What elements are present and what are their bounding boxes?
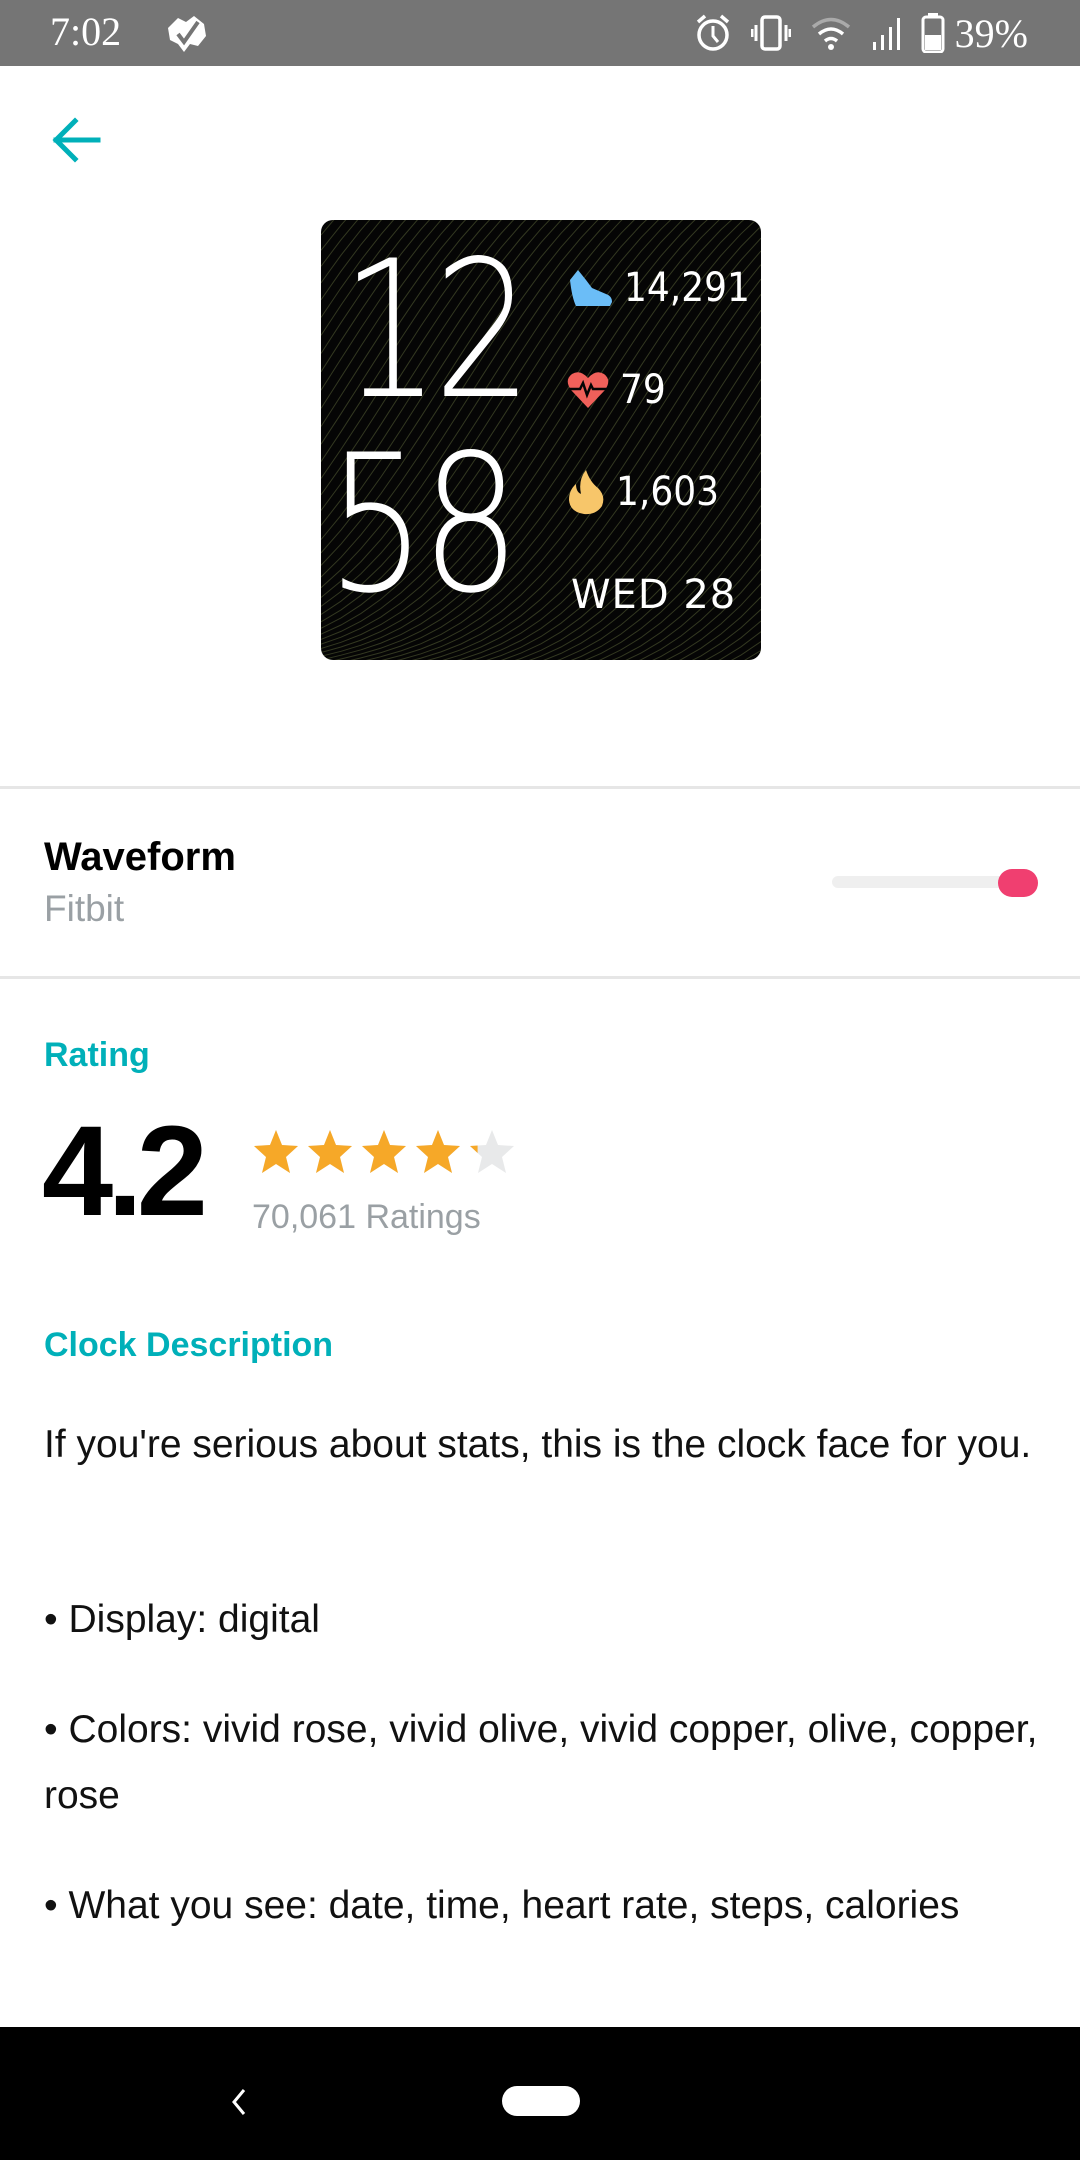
arrow-left-icon [52, 117, 101, 163]
back-button[interactable] [40, 110, 112, 170]
signal-icon [872, 18, 900, 50]
clock-developer: Fitbit [44, 888, 125, 929]
flame-icon [569, 470, 604, 515]
star-icon [416, 1130, 460, 1173]
shoe-icon [570, 270, 612, 306]
description-bullet-colors: • Colors: vivid rose, vivid olive, vivid… [44, 1708, 1038, 1817]
watch-hour: 12 [341, 220, 533, 441]
battery-percent: 39% [954, 10, 1028, 56]
divider [0, 786, 1080, 789]
ratings-count: 70,061 Ratings [252, 1198, 481, 1236]
clock-detail-screen: 7:02 39% 12 58 14,291 79 1,603 WED 28 Wa… [0, 0, 1080, 2160]
watch-date: WED 28 [571, 572, 737, 618]
rating-value: 4.2 [42, 1100, 208, 1243]
divider [0, 976, 1080, 979]
calories-value: 1,603 [616, 469, 719, 515]
heart-rate-icon [567, 372, 609, 408]
status-time: 7:02 [50, 9, 122, 54]
status-icons: 39% [695, 10, 1028, 56]
select-clock-toggle[interactable] [830, 862, 1040, 902]
nav-back-icon[interactable] [218, 2082, 258, 2122]
status-bar: 7:02 39% [0, 0, 1080, 66]
steps-value: 14,291 [624, 265, 750, 311]
clock-name: Waveform [44, 835, 236, 879]
star-icon [308, 1130, 352, 1173]
vibrate-icon [750, 15, 791, 51]
watch-face-preview: 12 58 14,291 79 1,603 WED 28 [321, 220, 761, 660]
star-icon [362, 1130, 406, 1173]
watch-steps: 14,291 [566, 265, 750, 311]
star-rating [252, 1128, 516, 1176]
description-label: Clock Description [44, 1326, 334, 1364]
rating-label: Rating [44, 1036, 150, 1074]
watch-calories: 1,603 [566, 468, 719, 516]
toggle-thumb [998, 869, 1038, 897]
nav-home-button[interactable] [502, 2086, 580, 2116]
star-icon [470, 1130, 514, 1173]
watch-minute: 58 [327, 414, 520, 635]
wifi-icon [811, 17, 850, 50]
toggle-track [832, 876, 1012, 888]
heart-rate-value: 79 [620, 367, 666, 413]
description-bullet-what-you-see: • What you see: date, time, heart rate, … [44, 1884, 960, 1927]
alarm-icon [696, 14, 729, 51]
star-icon [254, 1130, 298, 1173]
battery-icon [921, 13, 945, 53]
description-intro: If you're serious about stats, this is t… [44, 1423, 1032, 1466]
watch-heart-rate: 79 [566, 367, 666, 413]
system-nav-bar [0, 2027, 1080, 2160]
app-notification-icon [168, 16, 206, 52]
description-bullet-display: • Display: digital [44, 1598, 320, 1641]
